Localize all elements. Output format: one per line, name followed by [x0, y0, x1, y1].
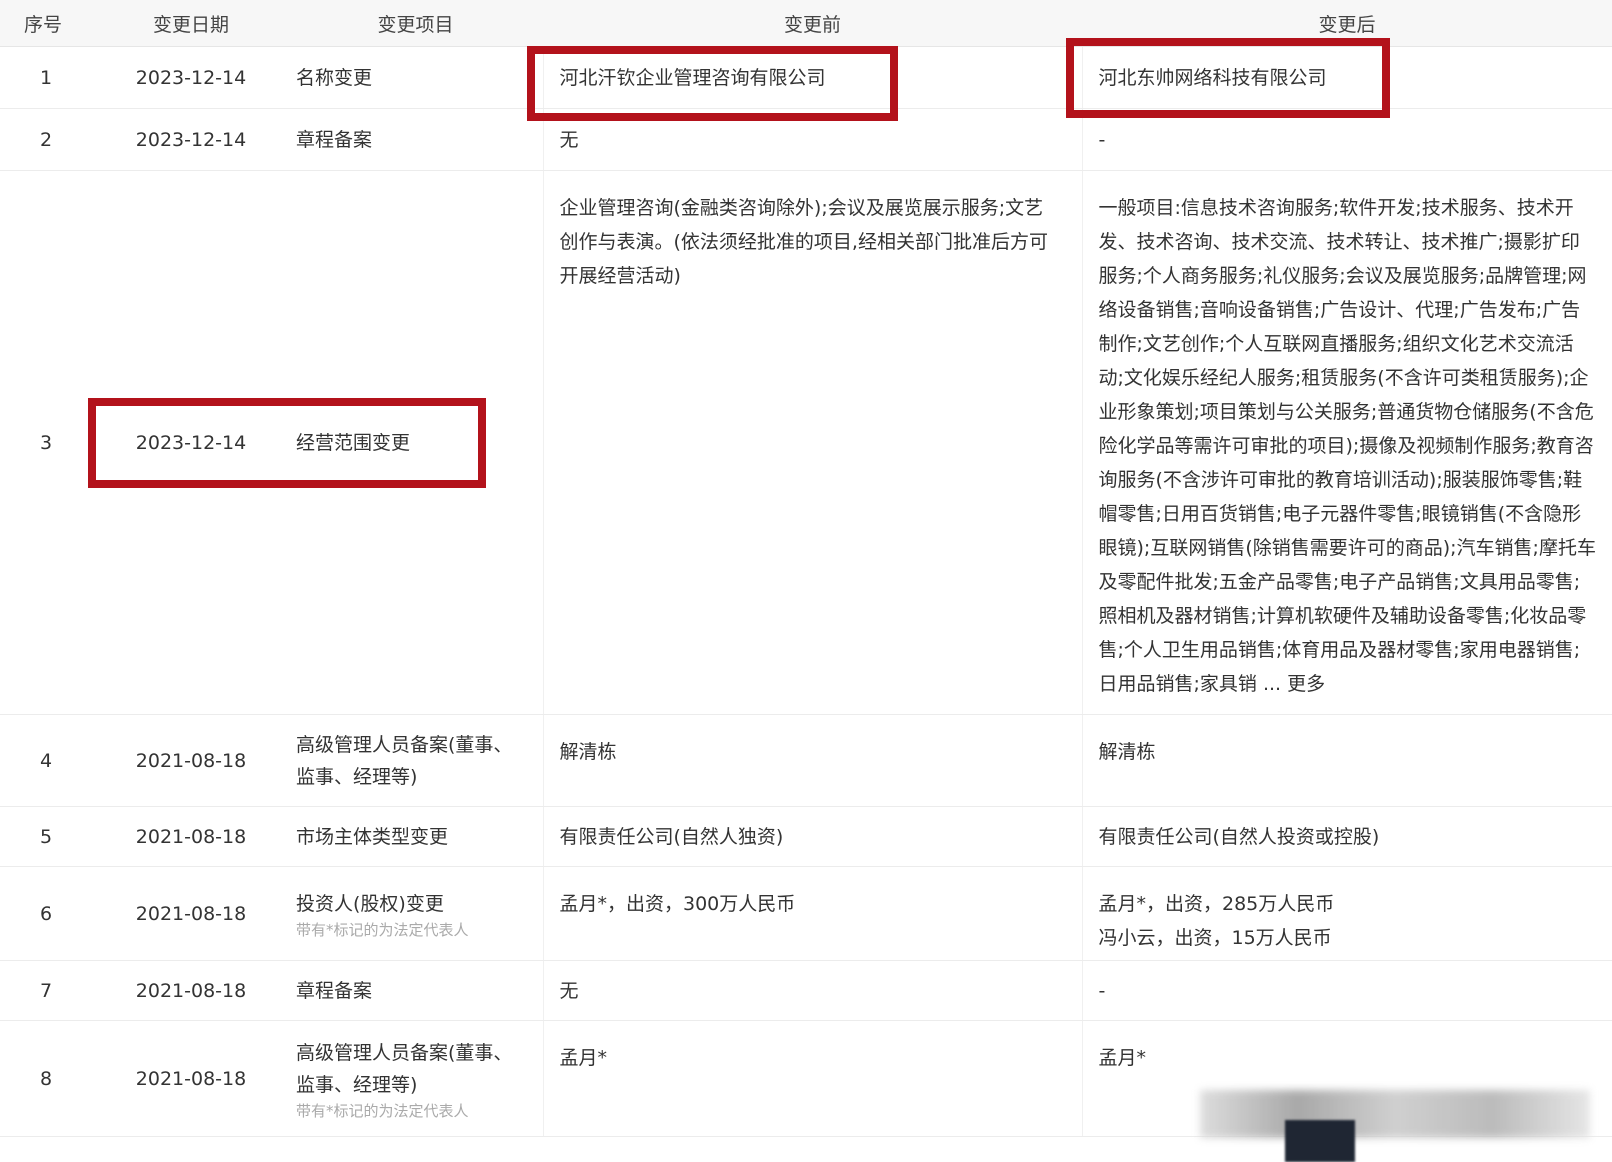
row-date: 2021-08-18	[94, 714, 288, 807]
row-item-label: 投资人(股权)变更	[296, 892, 444, 915]
header-item: 变更项目	[288, 0, 543, 47]
blurred-avatar	[1285, 1120, 1355, 1162]
table-row: 5 2021-08-18 市场主体类型变更 有限责任公司(自然人独资) 有限责任…	[0, 806, 1612, 867]
change-record-page: 序号 变更日期 变更项目 变更前 变更后 1 2023-12-14 名称变更 河…	[0, 0, 1612, 1162]
row-index: 6	[0, 866, 94, 961]
row-before-value: 孟月*，出资，300万人民币	[542, 866, 1082, 961]
row-date: 2021-08-18	[94, 1020, 288, 1137]
header-index: 序号	[0, 0, 94, 47]
row-date: 2021-08-18	[94, 866, 288, 961]
table-row: 3 2023-12-14 经营范围变更 企业管理咨询(金融类咨询除外);会议及展…	[0, 170, 1612, 715]
investor-line: 冯小云，出资，15万人民币	[1098, 927, 1332, 949]
row-before-value: 企业管理咨询(金融类咨询除外);会议及展览展示服务;文艺创作与表演。(依法须经批…	[542, 170, 1082, 715]
table-row: 1 2023-12-14 名称变更 河北汗钦企业管理咨询有限公司 河北东帅网络科…	[0, 46, 1612, 109]
blurred-watermark	[1200, 1090, 1590, 1138]
row-after-value: 孟月*，出资，285万人民币 冯小云，出资，15万人民币	[1081, 866, 1612, 961]
row-item: 市场主体类型变更	[288, 806, 543, 867]
row-date: 2023-12-14	[94, 46, 288, 109]
more-link[interactable]: ... 更多	[1263, 673, 1325, 695]
table-row: 2 2023-12-14 章程备案 无 -	[0, 108, 1612, 171]
row-item-label: 高级管理人员备案(董事、监事、经理等)	[296, 1041, 513, 1096]
header-date: 变更日期	[94, 0, 288, 47]
legal-rep-note: 带有*标记的为法定代表人	[296, 920, 469, 939]
row-date: 2021-08-18	[94, 806, 288, 867]
row-before-value: 河北汗钦企业管理咨询有限公司	[542, 46, 1082, 109]
row-item: 章程备案	[288, 108, 543, 171]
table-row: 7 2021-08-18 章程备案 无 -	[0, 960, 1612, 1021]
business-scope-after: 一般项目:信息技术咨询服务;软件开发;技术服务、技术开发、技术咨询、技术交流、技…	[1098, 197, 1596, 695]
row-after-value: -	[1081, 960, 1612, 1021]
row-index: 7	[0, 960, 94, 1021]
row-before-value: 无	[542, 108, 1082, 171]
business-scope-before: 企业管理咨询(金融类咨询除外);会议及展览展示服务;文艺创作与表演。(依法须经批…	[559, 197, 1048, 287]
row-item: 高级管理人员备案(董事、监事、经理等)	[288, 714, 543, 807]
row-before-value: 孟月*	[542, 1020, 1082, 1137]
row-date: 2023-12-14	[94, 108, 288, 171]
row-index: 8	[0, 1020, 94, 1137]
table-header-row: 序号 变更日期 变更项目 变更前 变更后	[0, 0, 1612, 47]
row-after-value: 一般项目:信息技术咨询服务;软件开发;技术服务、技术开发、技术咨询、技术交流、技…	[1081, 170, 1612, 715]
row-item: 经营范围变更	[288, 170, 543, 715]
row-after-value: 河北东帅网络科技有限公司	[1081, 46, 1612, 109]
header-before: 变更前	[543, 0, 1082, 47]
row-before-value: 无	[542, 960, 1082, 1021]
investor-line: 孟月*，出资，285万人民币	[1098, 893, 1335, 915]
row-index: 5	[0, 806, 94, 867]
row-item: 名称变更	[288, 46, 543, 109]
row-item: 投资人(股权)变更 带有*标记的为法定代表人	[288, 866, 543, 961]
row-index: 1	[0, 46, 94, 109]
row-before-value: 解清栋	[542, 714, 1082, 807]
row-after-value: -	[1081, 108, 1612, 171]
row-item: 章程备案	[288, 960, 543, 1021]
change-record-table: 序号 变更日期 变更项目 变更前 变更后 1 2023-12-14 名称变更 河…	[0, 0, 1612, 1137]
legal-rep-note: 带有*标记的为法定代表人	[296, 1101, 469, 1120]
row-date: 2023-12-14	[94, 170, 288, 715]
header-after: 变更后	[1082, 0, 1612, 47]
row-index: 2	[0, 108, 94, 171]
row-index: 3	[0, 170, 94, 715]
row-item: 高级管理人员备案(董事、监事、经理等) 带有*标记的为法定代表人	[288, 1020, 543, 1137]
row-after-value: 解清栋	[1081, 714, 1612, 807]
row-after-value: 有限责任公司(自然人投资或控股)	[1081, 806, 1612, 867]
row-date: 2021-08-18	[94, 960, 288, 1021]
row-before-value: 有限责任公司(自然人独资)	[542, 806, 1082, 867]
row-index: 4	[0, 714, 94, 807]
table-row: 4 2021-08-18 高级管理人员备案(董事、监事、经理等) 解清栋 解清栋	[0, 714, 1612, 807]
table-row: 6 2021-08-18 投资人(股权)变更 带有*标记的为法定代表人 孟月*，…	[0, 866, 1612, 961]
